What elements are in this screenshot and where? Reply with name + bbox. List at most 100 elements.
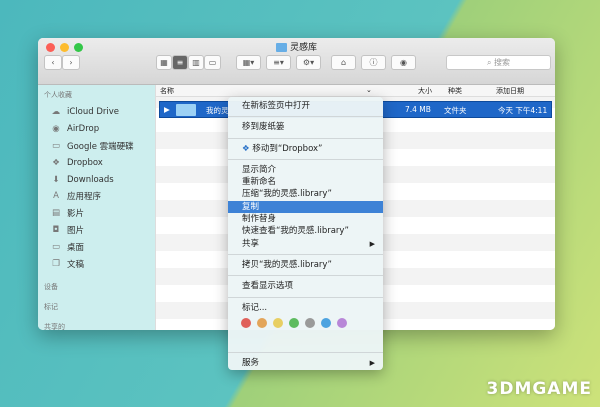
section-tags[interactable]: 标记 <box>38 298 155 318</box>
search-placeholder: 搜索 <box>494 58 511 67</box>
sidebar-item-label: 影片 <box>67 209 85 220</box>
divider <box>228 296 383 298</box>
col-date[interactable]: 添加日期 <box>496 86 524 96</box>
tag-color-dot[interactable] <box>305 317 315 328</box>
sidebar-item-label: 桌面 <box>67 242 85 253</box>
new-folder-button[interactable]: ⌂ <box>331 55 356 70</box>
sidebar-icon: ☁ <box>51 107 61 118</box>
sidebar-icon: ❖ <box>52 157 60 168</box>
menu-tags[interactable]: 标记... <box>228 302 383 314</box>
divider <box>228 137 383 139</box>
column-view-button[interactable]: ▥ <box>188 55 204 70</box>
menu-quicklook[interactable]: 快速查看“我的灵感.library” <box>228 225 383 237</box>
menu-label: 移动到“Dropbox” <box>252 143 323 154</box>
sidebar-item[interactable]: ▭ Google 雲端硬碟 <box>38 138 155 155</box>
sidebar-item-label: Downloads <box>67 174 114 185</box>
icon-view-button[interactable]: ▦ <box>156 55 172 70</box>
sidebar-item-label: 应用程序 <box>67 192 102 203</box>
divider <box>228 351 383 353</box>
file-name: 我的灵 <box>206 106 229 115</box>
submenu-arrow-icon: ▶ <box>369 239 375 248</box>
col-kind[interactable]: 种类 <box>448 86 462 96</box>
tag-color-dot[interactable] <box>321 317 331 328</box>
divider <box>228 116 383 118</box>
sidebar-item-label: 图片 <box>67 225 85 236</box>
col-name[interactable]: 名称 <box>160 86 174 96</box>
sidebar-icon: ◉ <box>52 124 60 135</box>
list-view-button[interactable]: ≡ <box>172 55 188 70</box>
sidebar-item-label: Dropbox <box>67 157 103 168</box>
sidebar-item-label: iCloud Drive <box>67 107 120 118</box>
sidebar-item[interactable]: A 应用程序 <box>38 188 155 205</box>
sort-button[interactable]: ≡▾ <box>266 55 291 70</box>
sidebar-icon: ⬇ <box>52 174 60 185</box>
back-button[interactable]: ‹ <box>44 55 62 70</box>
titlebar: 灵感库 ‹ › ▦ ≡ ▥ ▭ ▦▾ ≡▾ ⚙▾ ⌂ ⓘ ◉ ⌕ 搜索 <box>38 38 555 85</box>
menu-services[interactable]: 服务 ▶ <box>228 357 383 369</box>
menu-share[interactable]: 共享 ▶ <box>228 238 383 250</box>
divider <box>228 253 383 255</box>
section-favorites: 个人收藏 <box>44 91 72 99</box>
menu-open-in-tab[interactable]: 在新标签页中打开 <box>228 100 383 112</box>
menu-copy[interactable]: 拷贝“我的灵感.library” <box>228 259 383 271</box>
menu-duplicate[interactable]: 复制 <box>228 200 383 214</box>
sidebar-icon: ▭ <box>51 140 61 151</box>
disclosure-triangle-icon[interactable]: ▶ <box>164 105 170 114</box>
menu-move-to-trash[interactable]: 移到废纸篓 <box>228 121 383 133</box>
sidebar-item[interactable]: ◘ 图片 <box>38 222 155 239</box>
menu-rename[interactable]: 重新命名 <box>228 176 383 188</box>
arrange-button[interactable]: ▦▾ <box>236 55 261 70</box>
divider <box>228 158 383 160</box>
sidebar-icon: ▤ <box>51 208 61 219</box>
window-title: 灵感库 <box>38 40 555 53</box>
sidebar-item[interactable]: ❐ 文稿 <box>38 255 155 272</box>
action-gear-button[interactable]: ⚙▾ <box>296 55 321 70</box>
menu-label: 服务 <box>242 357 260 368</box>
sidebar-icon: ▭ <box>51 241 61 252</box>
divider <box>228 275 383 277</box>
file-date: 今天 下午4:11 <box>498 106 548 115</box>
search-input[interactable]: ⌕ 搜索 <box>446 55 551 70</box>
sidebar-item[interactable]: ☁ iCloud Drive <box>38 104 155 121</box>
file-kind: 文件夹 <box>444 106 467 115</box>
tag-color-dot[interactable] <box>273 317 283 328</box>
sidebar-item[interactable]: ◉ AirDrop <box>38 121 155 138</box>
sidebar-item[interactable]: ▤ 影片 <box>38 205 155 222</box>
coverflow-view-button[interactable]: ▭ <box>204 55 221 70</box>
tag-colors <box>228 314 383 330</box>
context-menu: 在新标签页中打开 移到废纸篓 ❖ 移动到“Dropbox” 显示简介 重新命名 … <box>228 97 383 370</box>
forward-button[interactable]: › <box>62 55 80 70</box>
tag-color-dot[interactable] <box>337 317 347 328</box>
section-devices[interactable]: 设备 <box>38 278 155 298</box>
quicklook-button[interactable]: ◉ <box>391 55 416 70</box>
menu-view-options[interactable]: 查看显示选项 <box>228 280 383 292</box>
info-button[interactable]: ⓘ <box>361 55 386 70</box>
menu-compress[interactable]: 压缩“我的灵感.library” <box>228 188 383 200</box>
title-text: 灵感库 <box>289 43 317 53</box>
sort-chevron-icon: ⌄ <box>366 86 372 94</box>
tag-color-dot[interactable] <box>241 317 251 328</box>
tag-color-dot[interactable] <box>257 317 267 328</box>
sidebar-item[interactable]: ▭ 桌面 <box>38 238 155 255</box>
col-size[interactable]: 大小 <box>418 86 432 96</box>
sidebar-icon: ❐ <box>52 258 60 269</box>
menu-make-alias[interactable]: 制作替身 <box>228 213 383 225</box>
sidebar-item-label: Google 雲端硬碟 <box>67 141 134 152</box>
file-size: 7.4 MB <box>405 105 431 114</box>
sidebar-icon: ◘ <box>52 224 60 235</box>
menu-move-to-dropbox[interactable]: ❖ 移动到“Dropbox” <box>228 143 383 155</box>
dropbox-icon: ❖ <box>242 143 250 154</box>
sidebar-item[interactable]: ❖ Dropbox <box>38 154 155 171</box>
folder-icon <box>275 43 287 52</box>
sidebar-item-label: 文稿 <box>67 259 85 270</box>
section-shared[interactable]: 共享的 <box>38 318 155 330</box>
sidebar-item[interactable]: ⬇ Downloads <box>38 171 155 188</box>
folder-icon <box>176 104 196 116</box>
sidebar-icon: A <box>53 191 59 202</box>
menu-label: 共享 <box>242 238 260 249</box>
menu-get-info[interactable]: 显示简介 <box>228 164 383 176</box>
tag-color-dot[interactable] <box>289 317 299 328</box>
submenu-arrow-icon: ▶ <box>369 358 375 367</box>
sidebar-item-label: AirDrop <box>67 124 100 135</box>
watermark-logo: 3DMGAME <box>486 379 592 399</box>
